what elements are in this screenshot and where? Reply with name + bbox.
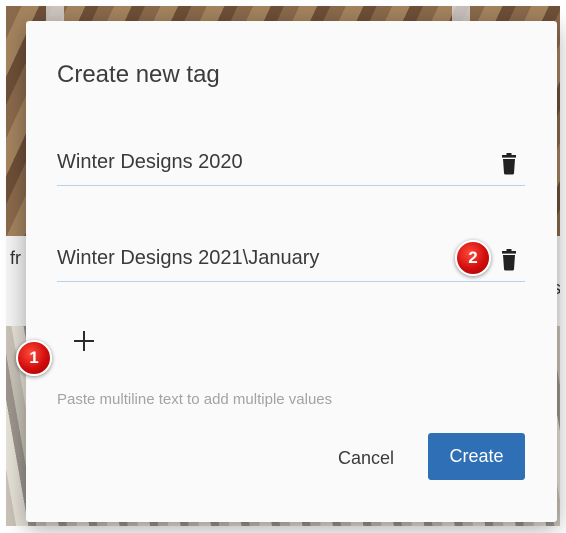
plus-icon[interactable] (70, 327, 98, 355)
tag-value-field[interactable]: Winter Designs 2021\January (57, 245, 525, 282)
tag-value-field[interactable]: Winter Designs 2020 (57, 149, 525, 186)
multiline-hint: Paste multiline text to add multiple val… (57, 391, 333, 408)
cancel-button[interactable]: Cancel (331, 435, 401, 481)
dialog-title: Create new tag (57, 61, 220, 88)
create-button[interactable]: Create (428, 433, 525, 480)
tag-value-text[interactable]: Winter Designs 2021\January (57, 247, 319, 270)
trash-icon[interactable] (499, 249, 519, 271)
annotation-badge-2: 2 (455, 240, 491, 276)
tag-value-text[interactable]: Winter Designs 2020 (57, 151, 243, 174)
annotation-badge-1: 1 (16, 340, 52, 376)
background-text-fragment: fr (10, 248, 21, 268)
trash-icon[interactable] (499, 153, 519, 175)
